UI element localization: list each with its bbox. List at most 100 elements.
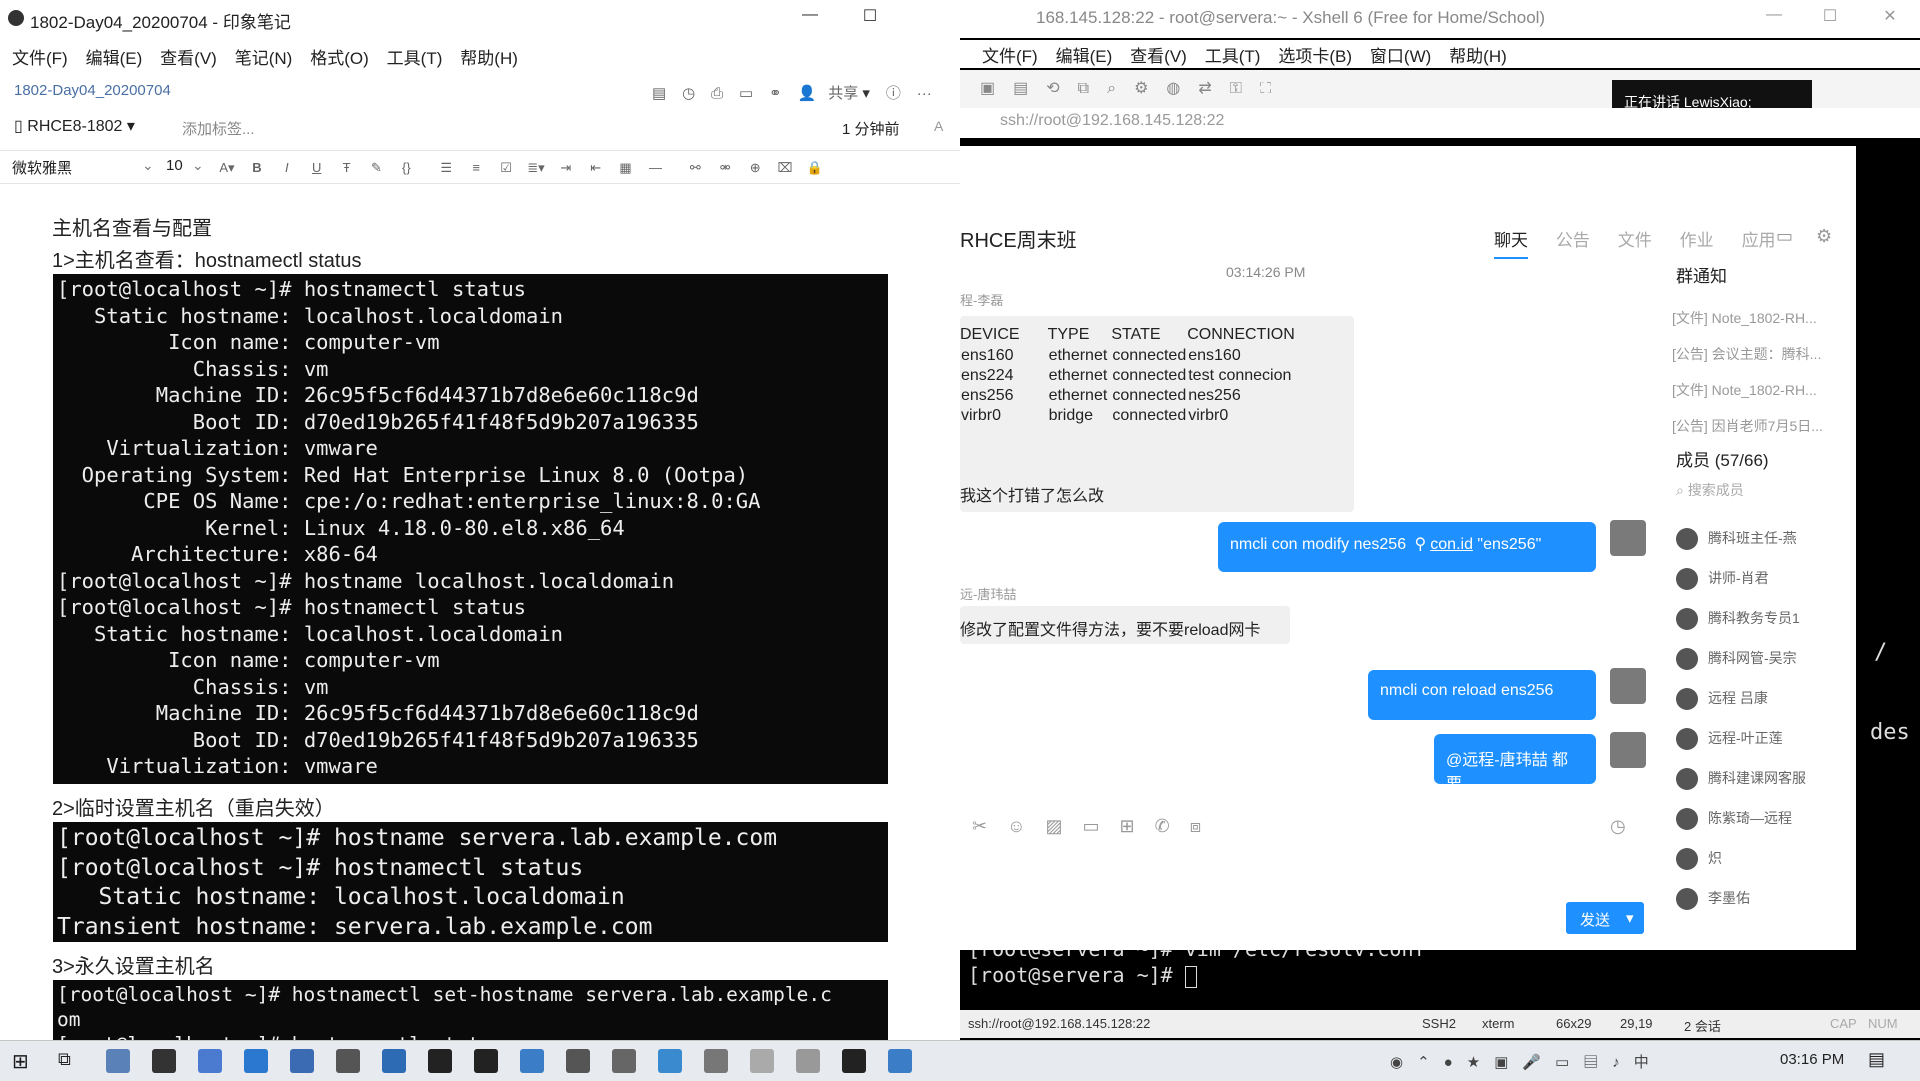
info-icon[interactable]: ⓘ [886,82,901,103]
avatar[interactable] [1610,520,1646,556]
chevron-up-icon[interactable]: ⌃ [1417,1054,1444,1071]
notice-item[interactable]: [公告] 因肖老师7月5日... [1672,408,1823,444]
underline-icon[interactable]: U [304,160,330,175]
app-icon[interactable] [888,1049,912,1073]
font-size-a-icon[interactable]: A [934,118,943,134]
font-size-select[interactable]: 10 [166,157,183,174]
evernote-taskbar-icon[interactable] [474,1049,498,1073]
settings-icon[interactable]: ⚙ [1816,226,1832,247]
divider-icon[interactable]: — [642,160,668,175]
indent-icon[interactable]: ⇥ [553,160,579,176]
outdent-icon[interactable]: ⇤ [583,160,609,176]
volume-icon[interactable]: ♪ [1612,1054,1634,1071]
tab-chat[interactable]: 聊天 [1494,226,1528,259]
app-icon[interactable] [198,1049,222,1073]
ime-icon[interactable]: 中 [1634,1054,1663,1071]
folder-icon[interactable]: ▭ [1083,816,1120,836]
tray-app-icon[interactable]: ★ [1467,1054,1494,1071]
microphone-icon[interactable]: 🎤 [1522,1054,1555,1071]
screenshot-icon[interactable]: ⧈ [1190,816,1221,836]
xs-menu-file[interactable]: 文件(F) [982,42,1038,67]
list-item[interactable]: 腾科网管-吴宗 [1676,638,1806,678]
reply1-link[interactable]: con.id [1430,536,1473,553]
taskbar-clock[interactable]: 03:16 PM [1780,1051,1844,1068]
chat-icon[interactable]: ▭ [739,84,753,102]
settings-gear-icon[interactable] [704,1049,728,1073]
list-item[interactable]: 炽 [1676,838,1806,878]
avatar[interactable] [1610,732,1646,768]
properties-icon[interactable]: ⚙ [1134,80,1166,97]
notice-item[interactable]: [公告] 会议主题：腾科... [1672,336,1823,372]
note-info-icon[interactable]: ▤ [652,84,666,102]
font-family-select[interactable]: 微软雅黑 [12,157,72,178]
edge-icon[interactable] [244,1049,268,1073]
list-item[interactable]: 李墨佑 [1676,878,1806,918]
font-family-chevron-icon[interactable]: ⌄ [142,157,154,174]
file-explorer-icon[interactable] [106,1049,130,1073]
add-tag-field[interactable]: 添加标签... [182,118,255,139]
bullet-list-icon[interactable]: ☰ [433,160,459,176]
scissors-icon[interactable]: ✂ [972,816,1007,836]
gift-icon[interactable]: ⊞ [1120,816,1155,836]
notice-item[interactable]: [文件] Note_1802-RH... [1672,372,1823,408]
clear-format-icon[interactable]: ⌧ [772,160,798,176]
print-icon[interactable]: ⎙ [711,85,723,102]
strikethrough-icon[interactable]: Ŧ [334,160,360,175]
list-item[interactable]: 远程-叶正莲 [1676,718,1806,758]
xs-menu-window[interactable]: 窗口(W) [1370,42,1431,67]
xs-menu-edit[interactable]: 编辑(E) [1056,42,1113,67]
unlink-icon[interactable]: ⚮ [712,160,738,176]
list-item[interactable]: 陈紫琦—远程 [1676,798,1806,838]
xshell-close-button[interactable]: ✕ [1876,6,1904,30]
list-item[interactable]: 腾科班主任-燕 [1676,518,1806,558]
attach-icon[interactable]: ⊕ [742,160,768,176]
reminder-icon[interactable]: ◷ [682,84,695,102]
encrypt-icon[interactable]: 🔒 [802,160,828,176]
emoji-icon[interactable]: ☺ [1007,816,1045,836]
xshell-maximize-button[interactable]: ☐ [1816,6,1844,30]
app-icon[interactable] [566,1049,590,1073]
lock-icon[interactable]: ⚿ [1230,80,1260,97]
app-icon[interactable] [520,1049,544,1073]
windows-start-icon[interactable]: ⊞ [12,1049,29,1074]
tray-app-icon[interactable]: ◉ [1390,1054,1417,1071]
menu-note[interactable]: 笔记(N) [235,44,293,69]
list-item[interactable]: 讲师-肖君 [1676,558,1806,598]
app-icon[interactable] [750,1049,774,1073]
tab-notice[interactable]: 公告 [1556,226,1590,251]
notifications-icon[interactable]: ▤ [1868,1049,1885,1070]
copy-icon[interactable]: ⧉ [1078,80,1107,97]
app-icon[interactable] [290,1049,314,1073]
app-icon[interactable] [336,1049,360,1073]
share-link-icon[interactable]: ⚭ [769,84,782,102]
app-icon[interactable] [796,1049,820,1073]
bold-icon[interactable]: B [244,160,270,175]
minimize-button[interactable]: — [796,6,824,30]
xshell-taskbar-icon[interactable] [842,1049,866,1073]
xs-menu-view[interactable]: 查看(V) [1130,42,1187,67]
updated-time[interactable]: 1 分钟前 [842,118,900,139]
highlight-icon[interactable]: ✎ [363,160,389,176]
notice-item[interactable]: [文件] Note_1802-RH... [1672,300,1823,336]
member-search[interactable]: ⌕ 搜索成员 [1676,480,1744,500]
table-icon[interactable]: ▦ [613,160,639,176]
globe-icon[interactable]: ◍ [1166,80,1198,97]
tray-app-icon[interactable]: ▣ [1494,1054,1522,1071]
code-icon[interactable]: {} [393,160,419,175]
terminal-app-icon[interactable] [428,1049,452,1073]
tab-files[interactable]: 文件 [1618,226,1652,251]
transfer-icon[interactable]: ⇄ [1198,80,1229,97]
list-item[interactable]: 腾科建课网客服 [1676,758,1806,798]
more-icon[interactable]: ··· [917,85,932,102]
fullscreen-icon[interactable]: ⛶ [1260,80,1289,97]
list-item[interactable]: 腾科教务专员1 [1676,598,1806,638]
send-button[interactable]: 发送 ▾ [1566,902,1644,934]
app-icon[interactable] [658,1049,682,1073]
open-icon[interactable]: ▤ [1013,80,1046,97]
app-icon[interactable] [152,1049,176,1073]
history-icon[interactable]: ◷ [1610,816,1626,837]
battery-icon[interactable]: ▭ [1555,1054,1583,1071]
xs-menu-tools[interactable]: 工具(T) [1205,42,1261,67]
task-view-icon[interactable]: ⧉ [58,1049,71,1070]
tab-homework[interactable]: 作业 [1680,226,1714,251]
